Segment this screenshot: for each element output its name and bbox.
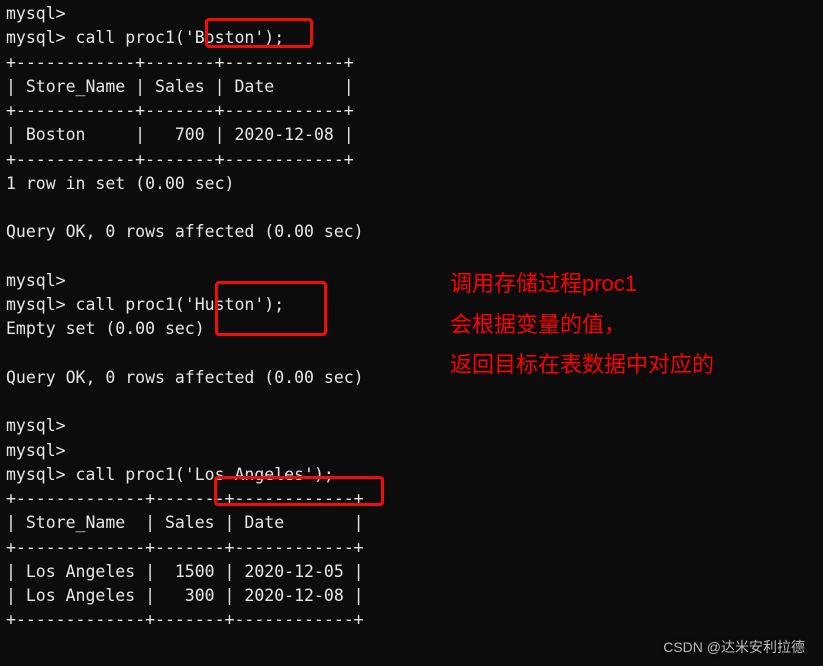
command-call-huston: mysql> call proc1('Huston'); — [6, 295, 284, 314]
table-border: +------------+-------+------------+ — [6, 101, 354, 120]
table-row: | Los Angeles | 300 | 2020-12-08 | — [6, 586, 364, 605]
query-ok: Query OK, 0 rows affected (0.00 sec) — [6, 222, 364, 241]
command-call-losangeles: mysql> call proc1('Los Angeles'); — [6, 465, 334, 484]
table-header: | Store_Name | Sales | Date | — [6, 77, 354, 96]
query-ok: Query OK, 0 rows affected (0.00 sec) — [6, 368, 364, 387]
prompt: mysql> — [6, 416, 66, 435]
table-border: +-------------+-------+------------+ — [6, 489, 364, 508]
table-row: | Los Angeles | 1500 | 2020-12-05 | — [6, 562, 364, 581]
table-border: +-------------+-------+------------+ — [6, 538, 364, 557]
annotation-line1: 调用存储过程proc1 — [450, 264, 714, 305]
watermark: CSDN @达米安利拉德 — [663, 637, 805, 658]
result-summary: 1 row in set (0.00 sec) — [6, 174, 234, 193]
table-border: +------------+-------+------------+ — [6, 53, 354, 72]
annotation-line3: 返回目标在表数据中对应的 — [450, 345, 714, 386]
table-border: +-------------+-------+------------+ — [6, 610, 364, 629]
empty-set: Empty set (0.00 sec) — [6, 319, 205, 338]
prompt: mysql> — [6, 4, 66, 23]
table-header: | Store_Name | Sales | Date | — [6, 513, 364, 532]
command-call-boston: mysql> call proc1('Boston'); — [6, 28, 284, 47]
prompt: mysql> — [6, 271, 66, 290]
table-row: | Boston | 700 | 2020-12-08 | — [6, 125, 354, 144]
table-border: +------------+-------+------------+ — [6, 150, 354, 169]
annotation-line2: 会根据变量的值， — [450, 305, 714, 346]
annotation-text: 调用存储过程proc1 会根据变量的值， 返回目标在表数据中对应的 — [450, 264, 714, 386]
prompt: mysql> — [6, 441, 66, 460]
